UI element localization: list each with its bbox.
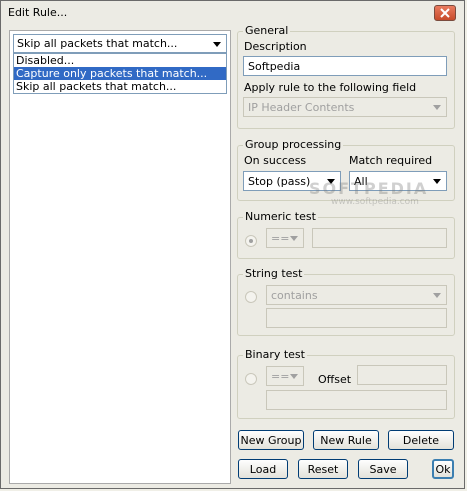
title-bar[interactable]: Edit Rule... [1,1,464,25]
load-button[interactable]: Load [238,459,288,479]
apply-rule-label: Apply rule to the following field [244,81,417,94]
apply-field-select[interactable]: IP Header Contents [243,97,447,117]
chevron-down-icon [290,374,298,379]
string-test-legend: String test [243,267,305,280]
watermark-text: SOFTPEDIA [309,179,429,198]
string-test-radio[interactable] [245,291,257,303]
offset-input[interactable] [357,365,447,385]
description-value: Softpedia [248,60,301,73]
binary-operator-select[interactable]: == [266,366,304,386]
on-success-value: Stop (pass) [248,175,311,188]
string-operator-value: contains [271,289,318,302]
chevron-down-icon [433,293,441,298]
apply-field-value: IP Header Contents [248,101,355,114]
chevron-down-icon [433,105,441,110]
numeric-test-radio[interactable] [245,235,257,247]
option-disabled[interactable]: Disabled... [14,54,226,67]
chevron-down-icon [433,179,441,184]
close-button[interactable] [434,5,456,21]
new-rule-button[interactable]: New Rule [313,430,379,450]
new-group-button[interactable]: New Group [238,430,304,450]
numeric-test-legend: Numeric test [243,210,318,223]
window-title: Edit Rule... [8,6,68,19]
string-value-input[interactable] [266,308,447,328]
binary-value-input[interactable] [266,390,447,410]
ok-button[interactable]: Ok [432,459,454,479]
option-skip-all[interactable]: Skip all packets that match... [14,80,226,93]
rule-action-dropdown[interactable]: Skip all packets that match... [13,34,227,53]
binary-operator-value: == [271,370,290,383]
description-input[interactable]: Softpedia [243,56,447,76]
chevron-down-icon[interactable] [213,42,221,47]
rule-action-selected: Skip all packets that match... [17,37,178,50]
string-operator-select[interactable]: contains [266,285,447,305]
delete-button[interactable]: Delete [388,430,454,450]
edit-rule-window: Edit Rule... Skip all packets that match… [0,0,465,489]
binary-test-legend: Binary test [243,348,307,361]
offset-label: Offset [318,373,352,386]
save-button[interactable]: Save [358,459,408,479]
numeric-operator-value: == [271,232,290,245]
description-label: Description [244,40,307,53]
rule-tree-panel[interactable]: Skip all packets that match... Disabled.… [9,30,231,484]
general-legend: General [243,24,291,37]
chevron-down-icon [290,236,298,241]
numeric-value-input[interactable] [312,228,447,248]
watermark-url: www.softpedia.com [331,197,419,207]
numeric-operator-select[interactable]: == [266,228,304,248]
rule-action-options[interactable]: Disabled... Capture only packets that ma… [13,53,227,94]
on-success-label: On success [244,154,307,167]
close-icon [440,8,450,18]
match-required-label: Match required [349,154,433,167]
reset-button[interactable]: Reset [298,459,348,479]
binary-test-radio[interactable] [245,373,257,385]
option-capture-only[interactable]: Capture only packets that match... [14,67,226,80]
group-processing-legend: Group processing [243,138,344,151]
